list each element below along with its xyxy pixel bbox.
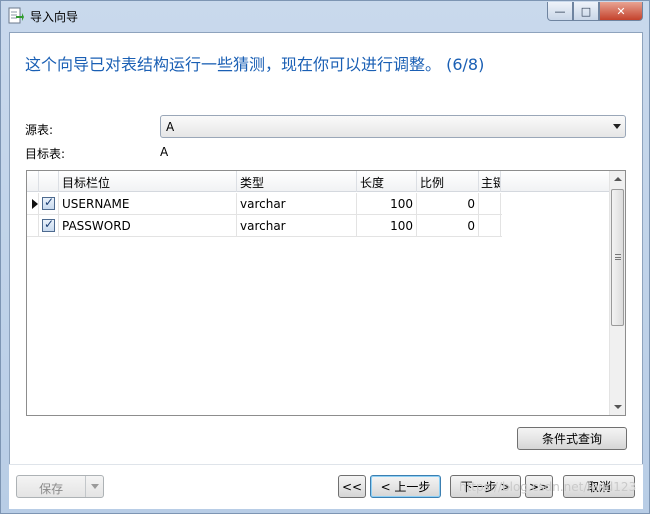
grid-header: 目标栏位 类型 长度 比例 主键 — [27, 171, 611, 192]
close-button[interactable]: ✕ — [599, 2, 643, 21]
target-table-label: 目标表: — [25, 147, 66, 161]
target-table-value: A — [160, 145, 169, 159]
grip-icon — [615, 254, 621, 260]
scale-cell[interactable]: 0 — [417, 215, 479, 237]
wizard-content: 这个向导已对表结构运行一些猜测，现在你可以进行调整。 (6/8) 源表: A 目… — [9, 32, 643, 509]
current-row-arrow-icon — [32, 199, 38, 209]
type-cell[interactable]: varchar — [237, 215, 357, 237]
row-checkbox-cell — [39, 193, 59, 215]
title-bar[interactable]: 导入向导 — □ ✕ — [1, 1, 649, 31]
minimize-button[interactable]: — — [547, 2, 573, 21]
row-indicator — [27, 193, 39, 215]
vertical-scrollbar[interactable] — [609, 171, 625, 415]
length-cell[interactable]: 100 — [357, 215, 417, 237]
chevron-down-icon — [613, 124, 621, 129]
column-header-scale[interactable]: 比例 — [417, 171, 479, 192]
column-header-primary-key[interactable]: 主键 — [479, 171, 501, 192]
source-table-value: A — [166, 120, 175, 134]
chevron-down-icon — [90, 484, 99, 489]
column-header-type[interactable]: 类型 — [237, 171, 357, 192]
save-button: 保存 — [16, 475, 104, 498]
type-cell[interactable]: varchar — [237, 193, 357, 215]
scroll-down-icon[interactable] — [614, 405, 622, 409]
save-dropdown-toggle — [86, 476, 103, 497]
column-header-field[interactable]: 目标栏位 — [59, 171, 237, 192]
page-title: 这个向导已对表结构运行一些猜测，现在你可以进行调整。 (6/8) — [25, 55, 485, 74]
primary-key-cell[interactable] — [479, 193, 501, 215]
header-checkbox — [39, 171, 59, 192]
row-checkbox[interactable] — [42, 217, 55, 232]
maximize-button[interactable]: □ — [573, 2, 599, 21]
previous-step-button[interactable]: < 上一步 — [370, 475, 441, 498]
length-cell[interactable]: 100 — [357, 193, 417, 215]
row-checkbox[interactable] — [42, 195, 55, 210]
scroll-up-icon[interactable] — [614, 177, 622, 181]
row-checkbox-cell — [39, 215, 59, 237]
window-controls: — □ ✕ — [547, 2, 643, 21]
scale-cell[interactable]: 0 — [417, 193, 479, 215]
watermark-text: https://blog.csdn.net/lend123 — [459, 480, 637, 494]
window-title: 导入向导 — [30, 10, 79, 24]
footer-divider — [9, 464, 643, 465]
field-name-cell[interactable]: USERNAME — [59, 193, 237, 215]
column-header-length[interactable]: 长度 — [357, 171, 417, 192]
import-wizard-window: 导入向导 — □ ✕ 这个向导已对表结构运行一些猜测，现在你可以进行调整。 (6… — [0, 0, 650, 514]
first-step-button[interactable]: << — [338, 475, 366, 498]
save-button-label: 保存 — [17, 476, 87, 497]
field-name-cell[interactable]: PASSWORD — [59, 215, 237, 237]
row-indicator — [27, 215, 39, 237]
source-table-label: 源表: — [25, 123, 54, 137]
header-indicator — [27, 171, 39, 192]
field-mapping-grid: 目标栏位 类型 长度 比例 主键 USERNAME varchar 100 0 … — [26, 170, 626, 416]
source-table-select[interactable]: A — [160, 115, 626, 138]
table-row[interactable]: PASSWORD varchar 100 0 — [27, 215, 502, 237]
import-wizard-icon — [8, 7, 24, 24]
scrollbar-thumb[interactable] — [611, 189, 624, 326]
condition-query-button[interactable]: 条件式查询 — [517, 427, 627, 450]
table-row[interactable]: USERNAME varchar 100 0 — [27, 193, 502, 215]
primary-key-cell[interactable] — [479, 215, 501, 237]
